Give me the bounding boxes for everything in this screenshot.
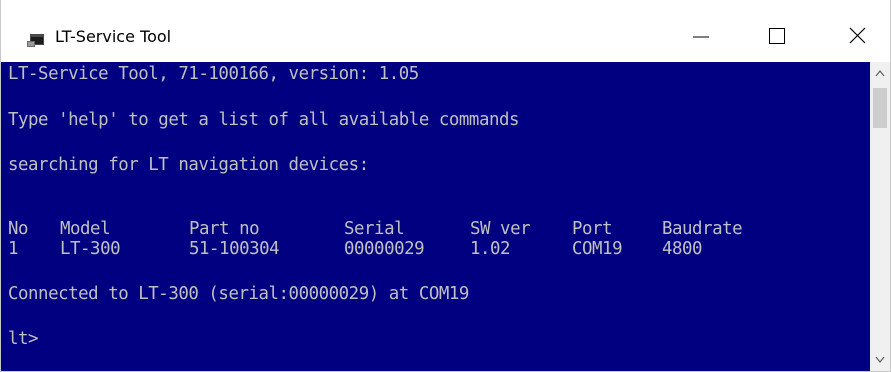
maximize-button[interactable]: [747, 14, 807, 60]
scroll-down-button[interactable]: [870, 349, 890, 371]
scroll-up-button[interactable]: [870, 62, 890, 84]
maximize-icon: [769, 28, 785, 44]
help-hint-line: Type 'help' to get a list of all availab…: [8, 110, 520, 130]
cell-serial: 00000029: [344, 239, 425, 259]
header-model: Model: [60, 219, 111, 239]
header-serial: Serial: [344, 219, 405, 239]
command-prompt[interactable]: lt>: [8, 329, 39, 349]
scroll-down-arrow-icon: [875, 356, 885, 363]
scroll-up-arrow-icon: [875, 70, 885, 77]
console-window: LT-Service Tool LT-Service Tool, 71-1001…: [0, 0, 891, 372]
header-baudrate: Baudrate: [662, 219, 743, 239]
console-app-icon: [27, 31, 47, 47]
header-part-no: Part no: [189, 219, 260, 239]
vertical-scrollbar[interactable]: [870, 62, 890, 371]
searching-line: searching for LT navigation devices:: [8, 155, 369, 175]
minimize-icon: [693, 36, 709, 38]
close-button[interactable]: [827, 14, 887, 60]
cell-port: COM19: [572, 239, 623, 259]
connected-line: Connected to LT-300 (serial:00000029) at…: [8, 284, 469, 304]
minimize-button[interactable]: [669, 14, 729, 60]
window-title: LT-Service Tool: [55, 27, 172, 46]
console-output[interactable]: LT-Service Tool, 71-100166, version: 1.0…: [1, 62, 870, 371]
header-sw-ver: SW ver: [470, 219, 531, 239]
header-no: No: [8, 219, 29, 239]
cell-sw-ver: 1.02: [470, 239, 511, 259]
scroll-thumb[interactable]: [873, 88, 887, 128]
cell-baudrate: 4800: [662, 239, 703, 259]
header-port: Port: [572, 219, 613, 239]
close-icon: [849, 27, 866, 44]
cell-model: LT-300: [60, 239, 121, 259]
cell-no: 1: [8, 239, 19, 259]
cell-part-no: 51-100304: [189, 239, 280, 259]
title-bar[interactable]: LT-Service Tool: [1, 0, 890, 62]
banner-line: LT-Service Tool, 71-100166, version: 1.0…: [8, 64, 419, 84]
